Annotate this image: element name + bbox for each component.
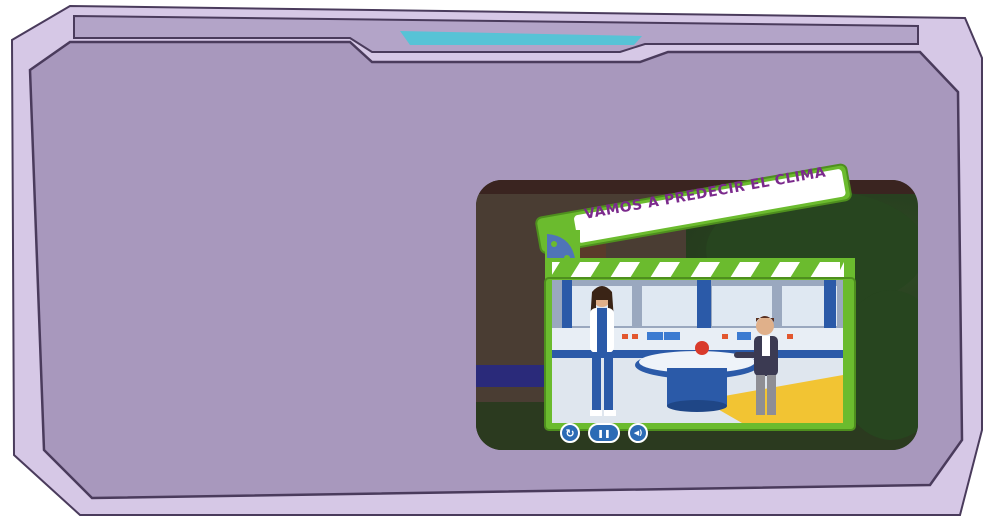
replay-button[interactable]: ↻	[560, 423, 580, 443]
video-player[interactable]	[552, 280, 843, 423]
video-frame	[552, 280, 843, 423]
volume-icon: ◀)	[633, 429, 643, 437]
volume-button[interactable]: ◀)	[628, 423, 648, 443]
replay-icon: ↻	[565, 426, 575, 440]
pause-button[interactable]: ❚❚	[588, 423, 620, 443]
clapperboard	[535, 163, 856, 431]
pause-icon: ❚❚	[597, 428, 611, 438]
